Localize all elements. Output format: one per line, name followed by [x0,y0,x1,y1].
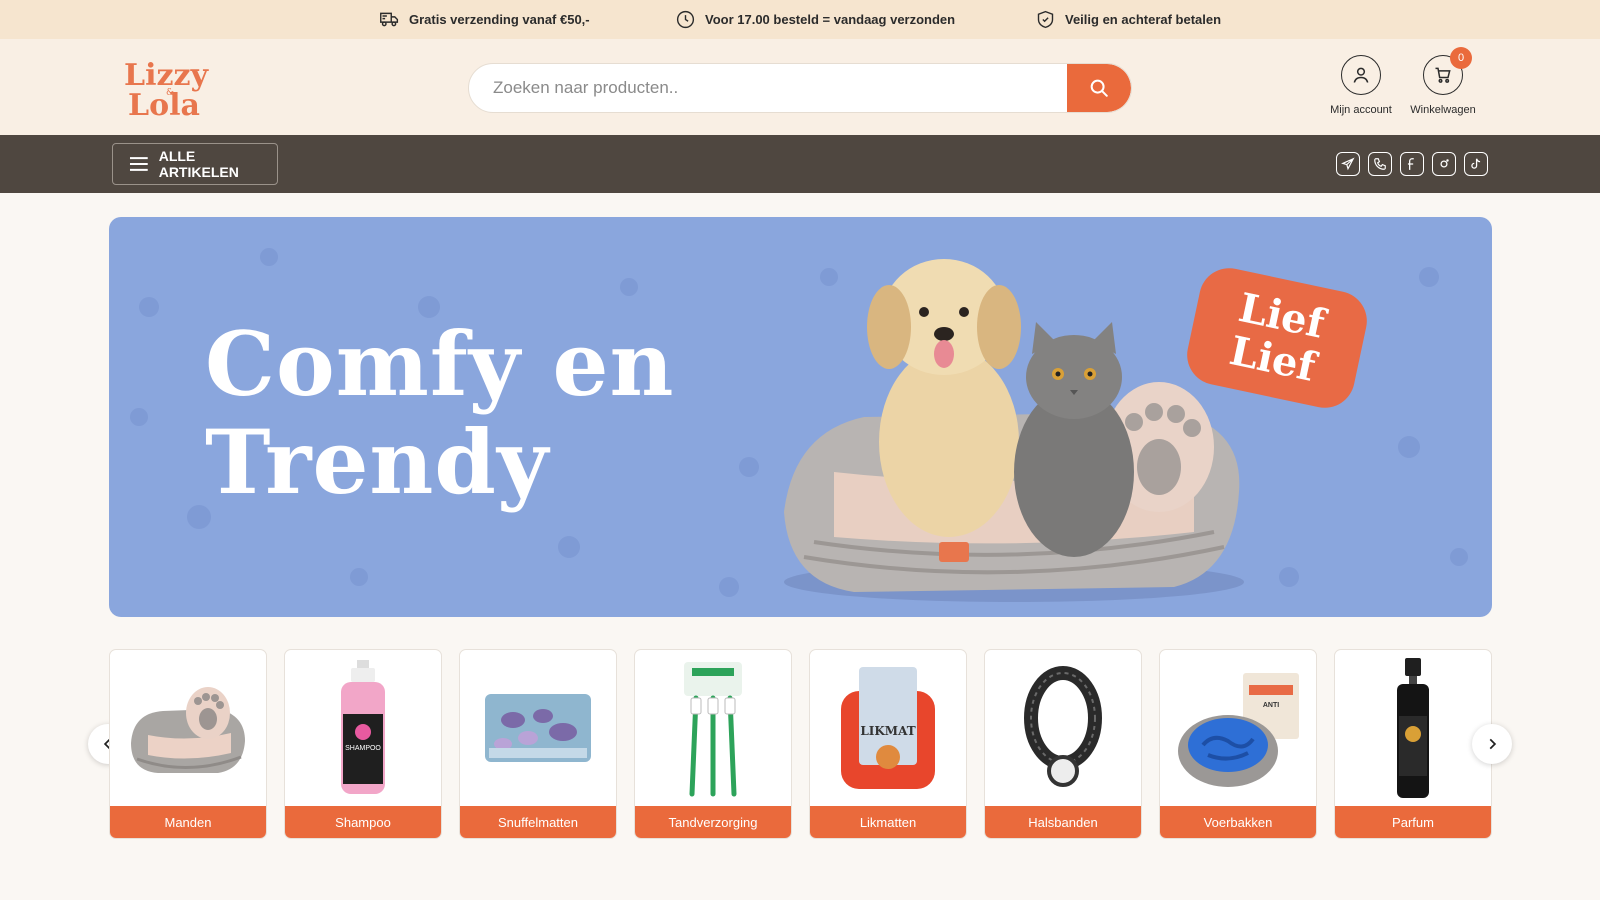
cart-label: Winkelwagen [1410,104,1476,116]
user-icon [1353,67,1369,83]
account-label: Mijn account [1330,104,1392,116]
search-icon [1090,79,1108,97]
hamburger-menu-icon [129,157,148,171]
category-image: LIKMAT [810,650,966,806]
category-image [985,650,1141,806]
category-card-manden[interactable]: Manden [109,649,267,839]
usp-shipping-text: Gratis verzending vanaf €50,- [409,12,590,27]
hero-title: Comfy en Trendy [205,315,674,511]
category-label: Tandverzorging [635,806,791,838]
search-bar [468,63,1132,113]
category-label: Snuffelmatten [460,806,616,838]
category-label: Halsbanden [985,806,1141,838]
category-label: Likmatten [810,806,966,838]
pets-in-bed-image [784,259,1244,602]
shield-icon [1037,10,1054,29]
cart-icon [1435,67,1451,83]
all-articles-button[interactable]: ALLE ARTIKELEN [112,143,278,185]
collar-icon [1024,666,1102,787]
hero-title-line2: Trendy [205,410,550,514]
category-image [1335,650,1491,806]
usp-delivery: Voor 17.00 besteld = vandaag verzonden [675,9,955,30]
cart-link[interactable]: 0 Winkelwagen [1398,47,1488,116]
category-label: Parfum [1335,806,1491,838]
usp-payment-text: Veilig en achteraf betalen [1065,12,1222,27]
snuffle-mat-icon [485,694,591,762]
header: Lizzy & Lola Mijn account 0 Winkelwagen [0,39,1600,135]
account-circle [1341,55,1381,95]
category-image: ANTI [1160,650,1316,806]
category-card-tandverzorging[interactable]: Tandverzorging [634,649,792,839]
chevron-right-icon [1489,738,1497,750]
clock-icon [676,10,695,29]
category-label: Voerbakken [1160,806,1316,838]
usp-bar: Gratis verzending vanaf €50,- Voor 17.00… [0,0,1600,39]
tiktok-icon [1471,158,1481,169]
telegram-icon [1341,157,1355,171]
svg-text:ANTI: ANTI [1263,702,1279,709]
category-label: Shampoo [285,806,441,838]
svg-text:SHAMPOO: SHAMPOO [345,745,381,752]
toothbrush-icon [684,662,742,797]
hero-banner[interactable]: Comfy en Trendy Lief Lief [109,217,1492,617]
nav-bar: ALLE ARTIKELEN [0,135,1600,193]
food-bowl-icon: ANTI [1178,673,1299,787]
category-card-parfum[interactable]: Parfum [1334,649,1492,839]
perfume-bottle-icon [1397,658,1429,798]
category-image [110,650,266,806]
phone-icon [1374,158,1386,170]
search-input[interactable] [469,64,1069,112]
svg-text:Lola: Lola [128,88,200,119]
category-image [460,650,616,806]
search-button[interactable] [1067,64,1131,112]
category-image [635,650,791,806]
shampoo-bottle-icon: SHAMPOO [341,660,385,794]
cart-circle: 0 [1423,47,1472,95]
svg-text:LIKMAT: LIKMAT [860,724,915,738]
carousel-next-button[interactable] [1472,724,1512,764]
logo[interactable]: Lizzy & Lola [122,57,226,119]
dog-bed-icon [131,687,245,773]
usp-payment: Veilig en achteraf betalen [1035,9,1221,30]
category-card-halsbanden[interactable]: Halsbanden [984,649,1142,839]
category-card-voerbakken[interactable]: ANTI Voerbakken [1159,649,1317,839]
usp-delivery-text: Voor 17.00 besteld = vandaag verzonden [705,12,956,27]
usp-shipping: Gratis verzending vanaf €50,- [379,9,590,30]
truck-icon [380,12,399,27]
facebook-link[interactable] [1400,152,1424,176]
category-card-shampoo[interactable]: SHAMPOO Shampoo [284,649,442,839]
all-articles-label: ALLE ARTIKELEN [158,148,239,180]
category-image: SHAMPOO [285,650,441,806]
account-link[interactable]: Mijn account [1316,55,1406,116]
category-card-likmatten[interactable]: LIKMAT Likmatten [809,649,967,839]
telegram-link[interactable] [1336,152,1360,176]
phone-link[interactable] [1368,152,1392,176]
instagram-icon [1440,159,1449,168]
category-card-snuffelmatten[interactable]: Snuffelmatten [459,649,617,839]
lick-mat-icon: LIKMAT [841,667,935,789]
hero-title-line1: Comfy en [205,312,675,416]
tiktok-link[interactable] [1464,152,1488,176]
category-label: Manden [110,806,266,838]
instagram-link[interactable] [1432,152,1456,176]
cart-count-badge: 0 [1450,47,1472,69]
facebook-icon [1407,158,1414,170]
